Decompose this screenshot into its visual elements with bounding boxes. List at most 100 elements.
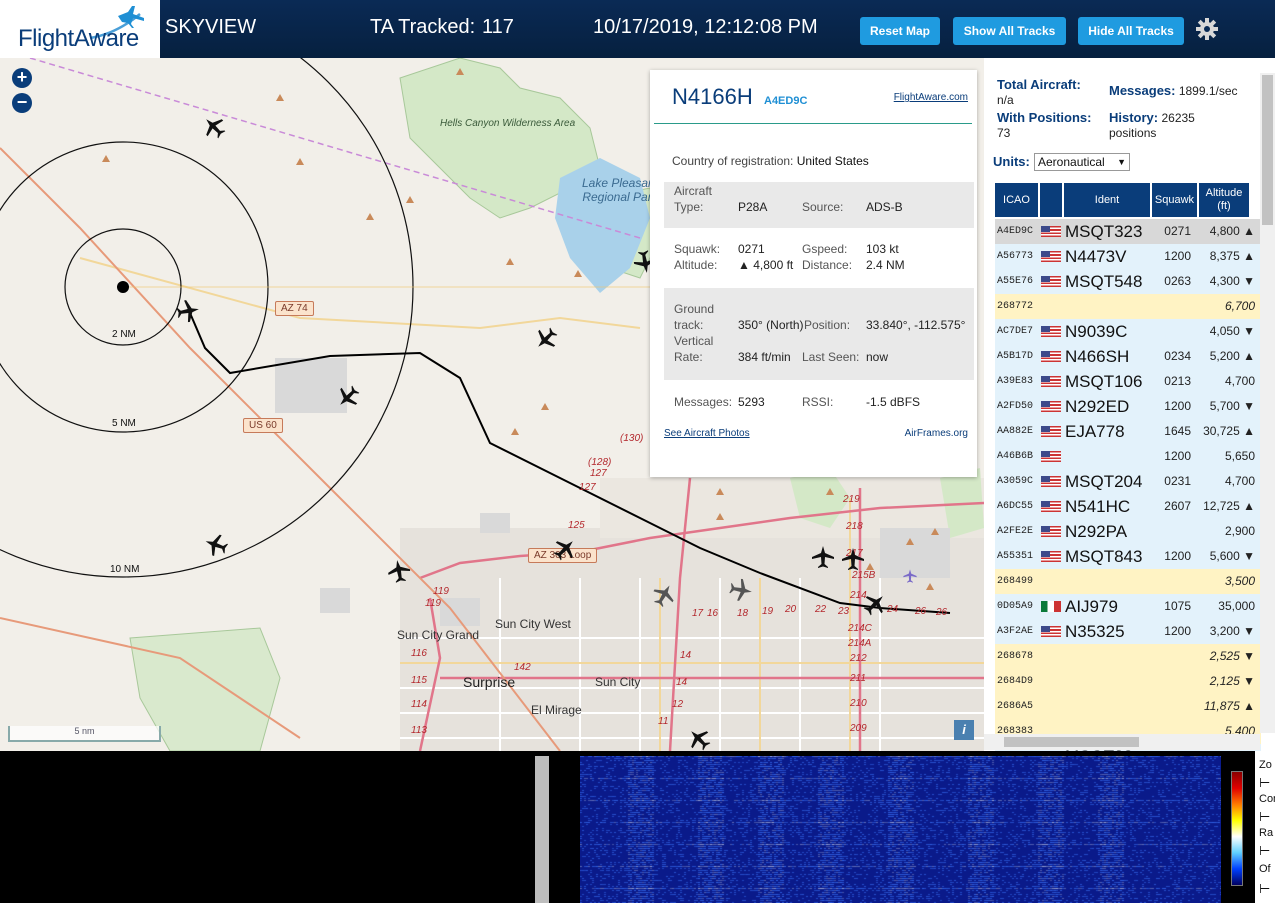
table-row[interactable]: 2686A5 11,875 ▲ [995,694,1261,719]
table-row[interactable]: A3F2AE N35325 1200 3,200 ▼ [995,619,1261,644]
hide-all-tracks-button[interactable]: Hide All Tracks [1078,17,1184,45]
table-row[interactable]: AC7DE7 N9039C 4,050 ▼ [995,319,1261,344]
table-row[interactable]: A4ED9C MSQT323 0271 4,800 ▲ [995,219,1261,244]
table-row[interactable]: A5B17D N466SH 0234 5,200 ▲ [995,344,1261,369]
us-flag-icon [1041,501,1061,512]
icao-cell: A55351 [997,551,1034,562]
aircraft-icon-selected[interactable] [175,298,201,324]
squawk-cell: 1200 [1164,449,1191,463]
sdr-panel: Zo ⊢ Con ⊢ Ra ⊢ Of ⊢ [0,751,1275,903]
altitude-cell: 4,700 [1224,374,1255,388]
country-label: Country of registration: [672,154,794,168]
icao-cell: A39E83 [997,376,1034,387]
squawk-cell: 1200 [1164,249,1191,263]
zoom-slider[interactable]: ⊢ [1259,775,1270,791]
header-bar: FlightAware SKYVIEW TA Tracked: 117 10/1… [0,0,1275,58]
scrollbar-thumb[interactable] [1004,737,1139,747]
aircraft-icon[interactable] [812,546,834,568]
total-aircraft-label: Total Aircraft: [997,77,1081,92]
table-row[interactable]: 0D05A9 AIJ979 1075 35,000 [995,594,1261,619]
table-row[interactable]: A39E83 MSQT106 0213 4,700 [995,369,1261,394]
col-header-icao[interactable]: ICAO [995,183,1038,217]
flag-cell [1041,594,1063,619]
aircraft-icon[interactable] [201,530,231,560]
col-header-squawk[interactable]: Squawk [1152,183,1197,217]
us-flag-icon [1041,626,1061,637]
altitude-cell: 2,125 ▼ [1209,674,1255,688]
show-all-tracks-button[interactable]: Show All Tracks [953,17,1066,45]
map-view[interactable]: + − Hells Canyon Wilderness Area Lake Pl… [0,58,984,751]
table-row[interactable]: A56773 N4473V 1200 8,375 ▲ [995,244,1261,269]
aircraft-icon[interactable] [549,533,581,565]
table-row[interactable]: A2FD50 N292ED 1200 5,700 ▼ [995,394,1261,419]
us-flag-icon [1041,526,1061,537]
position-value: 33.840°, -112.575° [866,318,966,332]
table-row[interactable]: A55E76 MSQT548 0263 4,300 ▼ [995,269,1261,294]
squawk-cell: 0231 [1164,474,1191,488]
table-row[interactable]: 2684D9 2,125 ▼ [995,669,1261,694]
aircraft-icon[interactable] [332,381,364,413]
us-flag-icon [1041,426,1061,437]
aircraft-icon[interactable] [198,111,230,143]
altitude-cell: 4,050 ▼ [1209,324,1255,338]
airframes-link[interactable]: AirFrames.org [905,428,968,439]
flightaware-link[interactable]: FlightAware.com [894,92,968,103]
aircraft-type-label-1: Aircraft [674,184,713,198]
squawk-cell: 1200 [1164,399,1191,413]
squawk-cell: 0271 [1164,224,1191,238]
table-row[interactable]: A6DC55 N541HC 2607 12,725 ▲ [995,494,1261,519]
flightaware-logo[interactable]: FlightAware [0,0,160,58]
position-label: Position: [804,318,851,332]
altitude-cell: 35,000 [1218,599,1255,613]
squawk-cell: 0234 [1164,349,1191,363]
icao-cell: A55E76 [997,276,1034,287]
flag-cell [1041,419,1063,444]
table-row[interactable]: A2FE2E N292PA 2,900 [995,519,1261,544]
col-header-altitude[interactable]: Altitude (ft) [1199,183,1249,217]
table-horizontal-scrollbar[interactable] [984,734,1260,750]
scale-bar: 5 nm [8,726,161,742]
gspeed-value: 103 kt [866,242,899,256]
aircraft-photos-link[interactable]: See Aircraft Photos [664,428,750,439]
skyview-window: FlightAware SKYVIEW TA Tracked: 117 10/1… [0,0,1275,903]
aircraft-icon[interactable] [530,323,562,355]
range-slider[interactable]: ⊢ [1259,843,1270,859]
aircraft-icon-stale[interactable] [648,579,680,611]
table-row[interactable]: 268499 3,500 [995,569,1261,594]
squawk-cell [1145,694,1191,719]
altitude-cell: 2,900 [1224,524,1255,538]
offset-slider[interactable]: ⊢ [1259,881,1270,897]
table-row[interactable]: AA882E EJA778 1645 30,725 ▲ [995,419,1261,444]
waterfall-display[interactable] [580,756,1221,903]
aircraft-icon[interactable] [842,548,864,570]
icao-cell: 268772 [997,301,1034,312]
icao-cell: 0D05A9 [997,601,1034,612]
rssi-value: -1.5 dBFS [866,395,921,409]
reset-map-button[interactable]: Reset Map [860,17,940,45]
aircraft-icon[interactable] [859,588,891,620]
aircraft-icon[interactable] [683,723,715,751]
table-row[interactable]: A3059C MSQT204 0231 4,700 [995,469,1261,494]
table-row[interactable]: 268772 6,700 [995,294,1261,319]
map-info-button[interactable]: i [954,720,974,740]
table-row[interactable]: A46B6B 1200 5,650 [995,444,1261,469]
squawk-cell: 0213 [1164,374,1191,388]
table-vertical-scrollbar[interactable] [1260,73,1275,733]
aircraft-icon[interactable] [386,558,412,584]
popup-hex[interactable]: A4ED9C [764,95,807,107]
icao-cell: 268678 [997,651,1034,662]
table-row[interactable]: 268678 2,525 ▼ [995,644,1261,669]
col-header-ident[interactable]: Ident [1064,183,1150,217]
units-label: Units: [993,154,1030,169]
scrollbar-thumb[interactable] [1262,75,1273,225]
panel-splitter[interactable] [535,756,549,903]
app-title: SKYVIEW [165,16,257,38]
aircraft-icon-stale[interactable] [728,577,754,603]
altitude-value: ▲ 4,800 ft [738,258,794,272]
gear-icon[interactable] [1195,17,1219,41]
contrast-slider[interactable]: ⊢ [1259,809,1270,825]
table-row[interactable]: A55351 MSQT843 1200 5,600 ▼ [995,544,1261,569]
popup-box-type: Aircraft Type: P28A Source: ADS-B [664,182,974,228]
flag-cell [1041,319,1063,344]
units-select[interactable]: Aeronautical ▼ [1034,153,1130,171]
